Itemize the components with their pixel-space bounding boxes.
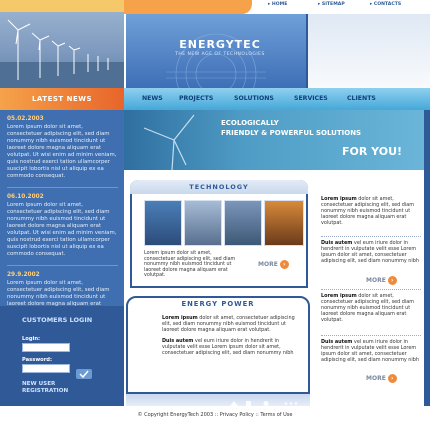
home-label: HOME [271,2,288,7]
separator: :: [214,412,219,418]
top-nav: ▸ HOME ▸ SITEMAP ▸ CONTACTS [262,0,430,10]
technology-title: TECHNOLOGY [130,180,308,194]
icon-toolbar [126,394,310,406]
right-text-block: Duis autem vel eum iriure dolor in hendr… [321,240,421,264]
right-text-block: Lorem ipsum dolor sit amet, consectetuer… [321,196,421,226]
latest-news-header: LATEST NEWS [0,88,124,110]
more-label: MORE [258,261,278,268]
news-date: 06.10.2002 [7,194,44,200]
technology-photo [224,200,262,246]
password-input[interactable] [22,364,70,373]
technology-photo [184,200,222,246]
separator: :: [255,412,259,418]
divider [7,187,118,188]
technology-photo [144,200,182,246]
technology-text: Lorem ipsum dolor sit amet, consectetuer… [144,251,236,279]
nav-projects[interactable]: PROJECTS [179,95,213,102]
arrow-right-icon: › [387,374,397,383]
more-label: MORE [366,277,386,284]
header-right-panel [306,14,430,88]
energy-power-text: Lorem ipsum dolor sit amet, consectetuer… [162,315,302,356]
energy-power-title: ENERGY POWER [181,300,255,308]
nav-news[interactable]: NEWS [142,95,163,102]
news-item[interactable]: 05.02.2003 Lorem ipsum dolor sit amet, c… [7,116,118,180]
technology-more-button[interactable]: MORE › [258,260,289,269]
copyright-text: © Copyright EnergyTech 2003 [137,412,214,418]
wind-turbines-photo [0,0,124,88]
hero-banner: ECOLOGICALLY FRIENDLY & POWERFUL SOLUTIO… [124,110,430,170]
orange-header-tab [124,0,252,14]
divider [321,335,421,336]
top-accent-strip [0,0,124,12]
banner-line-3: FOR YOU! [342,145,403,158]
right-edge-stripe [424,110,430,406]
main-nav: NEWS PROJECTS SOLUTIONS SERVICES CLIENTS [124,88,430,110]
energy-paragraph: Lorem ipsum dolor sit amet, consectetuer… [162,315,302,333]
divider [321,289,421,290]
logo-text[interactable]: ENERGYTEC [160,38,280,51]
register-line: REGISTRATION [22,388,69,394]
footer: © Copyright EnergyTech 2003 :: Privacy P… [0,406,430,424]
right-more-button[interactable]: MORE › [366,374,397,383]
right-more-button[interactable]: MORE › [366,276,397,285]
more-label: MORE [366,375,386,382]
nav-services[interactable]: SERVICES [294,95,328,102]
login-label: Login: [22,336,41,342]
login-title: CUSTOMERS LOGIN [22,316,93,324]
contacts-label: CONTACTS [373,2,402,7]
energy-paragraph: Duis autem vel eum iriure dolor in hendr… [162,338,302,356]
checkmark-icon [76,369,92,379]
divider [321,236,421,237]
arrow-right-icon: › [387,276,397,285]
banner-line-1: ECOLOGICALLY [221,119,279,127]
tagline: THE NEW AGE OF TECHNOLOGIES [175,52,265,57]
right-text-block: Duis autem vel eum iriure dolor in hendr… [321,339,421,363]
login-submit-button[interactable] [76,364,92,383]
right-text-block: Lorem ipsum dolor sit amet, consectetuer… [321,293,421,323]
technology-photo [264,200,304,246]
logo-graphic [166,33,266,88]
news-date: 29.9.2002 [7,272,40,278]
divider [7,265,118,266]
home-link[interactable]: ▸ HOME [268,2,287,7]
banner-line-2: FRIENDLY & POWERFUL SOLUTIONS [221,129,362,137]
nav-solutions[interactable]: SOLUTIONS [234,95,274,102]
news-list: 05.02.2003 Lorem ipsum dolor sit amet, c… [0,110,124,335]
logo-panel [126,14,306,88]
arrow-right-icon: › [279,260,289,269]
login-input[interactable] [22,343,70,352]
wind-turbine-icon [0,19,124,88]
sitemap-label: SITEMAP [321,2,345,7]
register-line: NEW USER [22,381,56,387]
password-label: Password: [22,357,53,363]
news-text: Lorem ipsum dolor sit amet, consectetuer… [7,202,117,257]
terms-of-use-link[interactable]: Terms of Use [260,412,292,418]
privacy-policy-link[interactable]: Privacy Policy [220,412,254,418]
news-date: 05.02.2003 [7,116,44,122]
contacts-link[interactable]: ▸ CONTACTS [370,2,401,7]
nav-clients[interactable]: CLIENTS [347,95,376,102]
news-item[interactable]: 06.10.2002 Lorem ipsum dolor sit amet, c… [7,194,118,258]
sitemap-link[interactable]: ▸ SITEMAP [318,2,345,7]
news-text: Lorem ipsum dolor sit amet, consectetuer… [7,124,117,179]
new-user-registration-link[interactable]: NEW USER REGISTRATION [22,381,68,395]
